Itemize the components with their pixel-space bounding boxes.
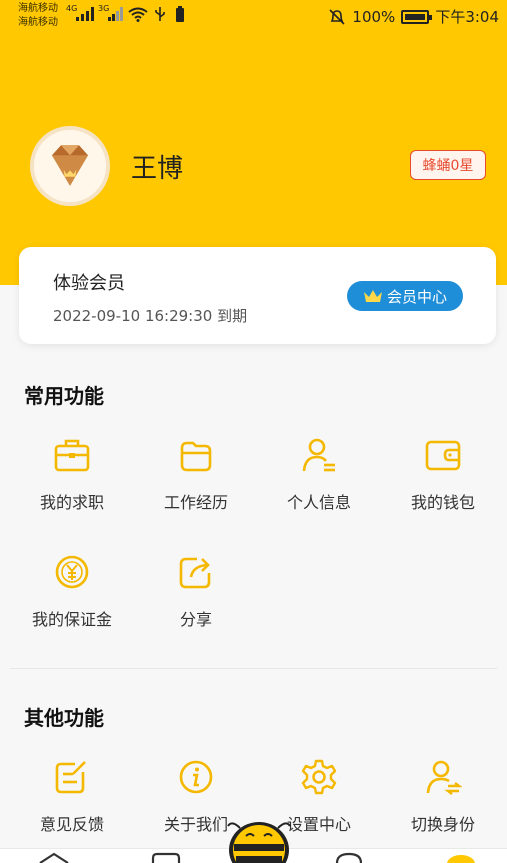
clock: 下午3:04 bbox=[435, 8, 499, 26]
signal-2-icon bbox=[108, 7, 123, 21]
switch-identity-item[interactable]: 切换身份 bbox=[383, 758, 503, 835]
briefcase-icon bbox=[54, 439, 90, 472]
tab-discover-icon[interactable] bbox=[334, 852, 364, 863]
wifi-icon bbox=[128, 7, 148, 22]
item-label: 我的钱包 bbox=[410, 493, 475, 512]
status-bar: 海航移动 海航移动 4G 3G 100% 下午3:04 bbox=[0, 0, 507, 34]
wallet-icon bbox=[425, 440, 461, 471]
item-label: 切换身份 bbox=[410, 815, 475, 834]
signal-icon bbox=[76, 7, 94, 21]
mute-bell-icon bbox=[329, 8, 345, 25]
my-wallet-item[interactable]: 我的钱包 bbox=[383, 436, 503, 513]
switch-identity-icon bbox=[426, 760, 462, 795]
item-label: 我的保证金 bbox=[31, 610, 112, 629]
item-label: 分享 bbox=[179, 610, 212, 629]
item-label: 个人信息 bbox=[286, 493, 351, 512]
membership-card: 体验会员 2022-09-10 16:29:30 到期 会员中心 bbox=[19, 247, 496, 344]
carrier-labels: 海航移动 海航移动 bbox=[18, 2, 58, 30]
common-functions-title: 常用功能 bbox=[24, 384, 104, 408]
feedback-item[interactable]: 意见反馈 bbox=[12, 758, 132, 835]
diamond-rank-icon bbox=[34, 130, 106, 202]
item-label: 我的求职 bbox=[39, 493, 104, 512]
usb-icon bbox=[155, 7, 165, 21]
user-name: 王博 bbox=[131, 154, 184, 184]
gear-icon bbox=[301, 759, 337, 795]
share-icon bbox=[179, 557, 211, 589]
battery-alert-icon bbox=[176, 6, 184, 22]
my-deposit-item[interactable]: 我的保证金 bbox=[12, 553, 132, 630]
member-center-label: 会员中心 bbox=[386, 287, 447, 306]
other-functions-title: 其他功能 bbox=[24, 706, 104, 730]
carrier-2: 海航移动 bbox=[18, 17, 58, 28]
tab-home-icon[interactable] bbox=[38, 852, 70, 863]
avatar[interactable] bbox=[30, 126, 110, 206]
membership-title: 体验会员 bbox=[53, 273, 125, 294]
member-center-button[interactable]: 会员中心 bbox=[347, 281, 463, 311]
level-badge[interactable]: 蜂蛹0星 bbox=[410, 150, 486, 180]
section-divider bbox=[10, 668, 497, 669]
folder-icon bbox=[180, 441, 212, 472]
item-label: 意见反馈 bbox=[39, 815, 104, 834]
battery-percent: 100% bbox=[352, 7, 396, 26]
membership-expiry: 2022-09-10 16:29:30 到期 bbox=[53, 307, 248, 325]
work-experience-item[interactable]: 工作经历 bbox=[136, 436, 256, 513]
yuan-coin-icon bbox=[55, 555, 89, 589]
info-icon bbox=[179, 760, 213, 794]
carrier-1: 海航移动 bbox=[18, 3, 58, 14]
battery-icon bbox=[401, 9, 433, 24]
feedback-icon bbox=[55, 761, 86, 794]
status-right: 100% 下午3:04 bbox=[328, 6, 499, 27]
tab-profile-icon[interactable] bbox=[446, 854, 476, 863]
share-item[interactable]: 分享 bbox=[136, 553, 256, 630]
personal-info-item[interactable]: 个人信息 bbox=[259, 436, 379, 513]
person-info-icon bbox=[302, 438, 335, 472]
tab-messages-icon[interactable] bbox=[150, 852, 182, 863]
crown-icon bbox=[363, 290, 382, 302]
my-job-search-item[interactable]: 我的求职 bbox=[12, 436, 132, 513]
item-label: 工作经历 bbox=[163, 493, 228, 512]
bee-mascot-icon[interactable] bbox=[226, 818, 292, 863]
